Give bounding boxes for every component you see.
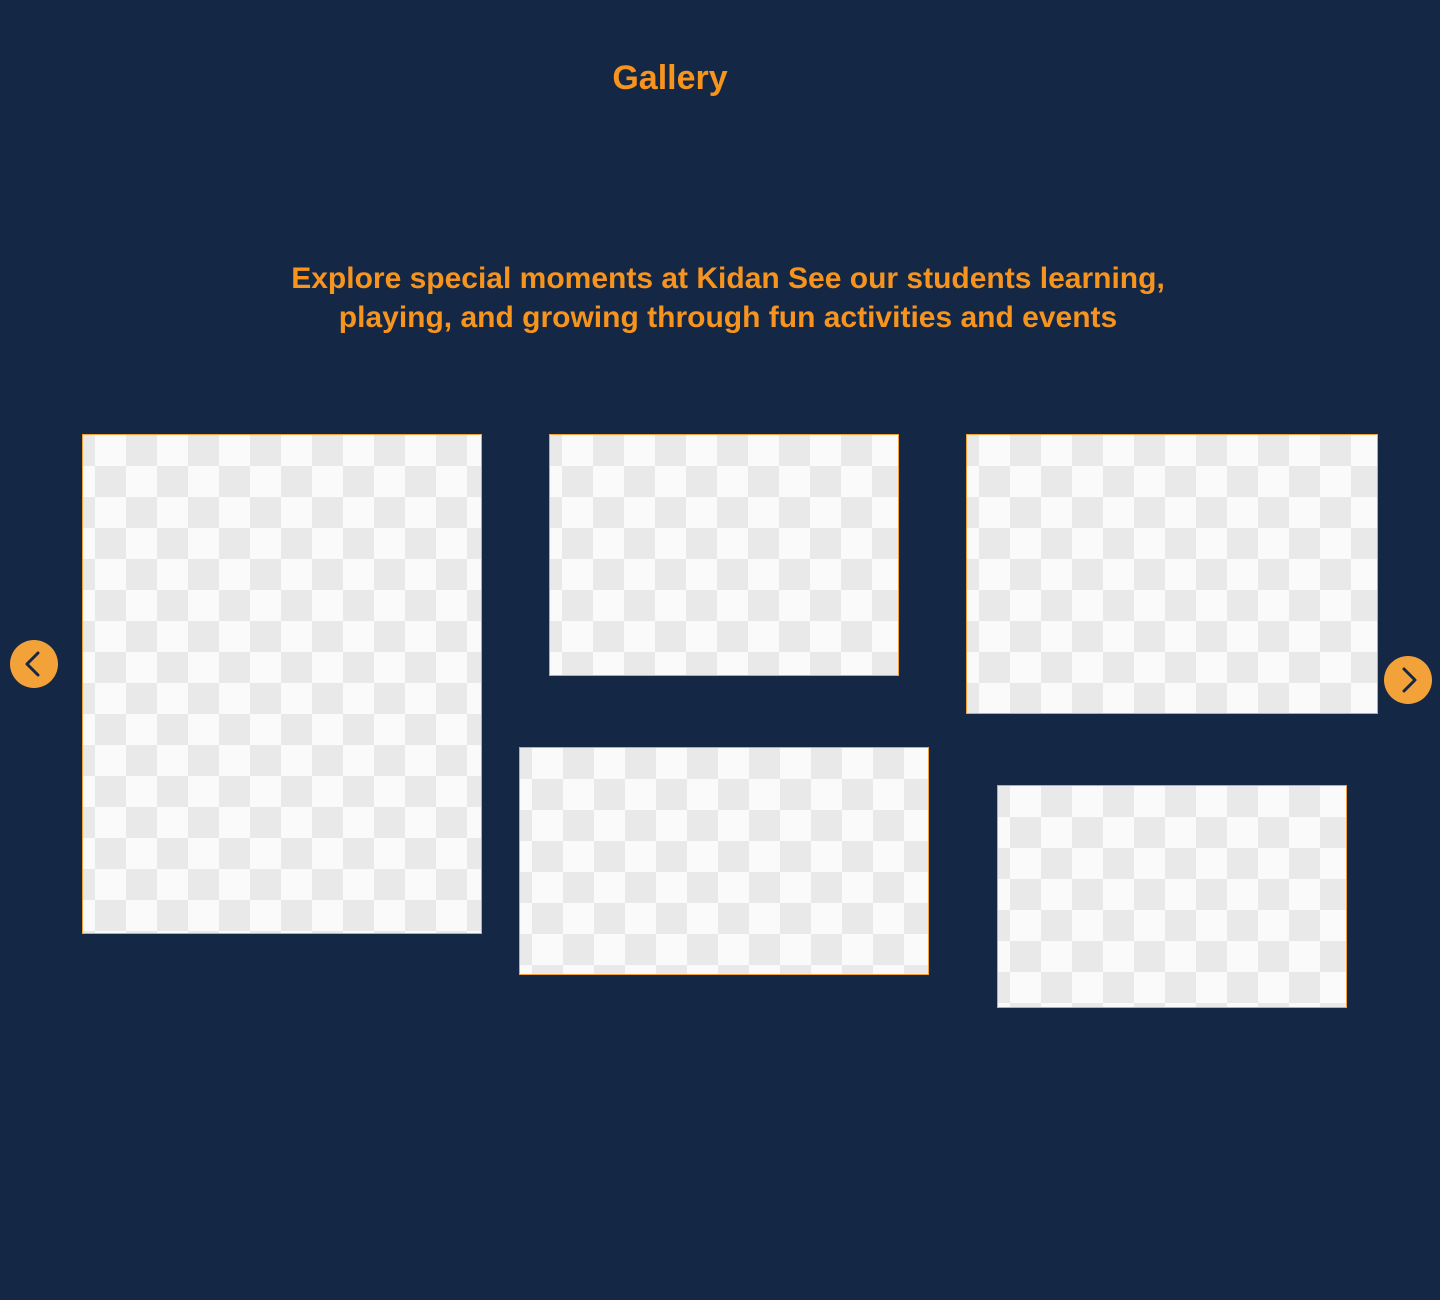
chevron-left-icon <box>10 640 58 688</box>
gallery-photo-2[interactable] <box>549 434 899 676</box>
carousel-prev-button[interactable] <box>10 640 58 688</box>
gallery-title: Gallery <box>612 59 728 97</box>
gallery-photo-4[interactable] <box>519 747 929 975</box>
carousel-next-button[interactable] <box>1384 656 1432 704</box>
gallery-section: Gallery Explore special moments at Kidan… <box>0 0 1440 1300</box>
gallery-photo-5[interactable] <box>997 785 1347 1008</box>
gallery-subtitle-line-1: Explore special moments at Kidan See our… <box>291 262 1165 295</box>
gallery-subtitle-line-2: playing, and growing through fun activit… <box>338 301 1118 334</box>
gallery-photo-3[interactable] <box>966 434 1378 714</box>
gallery-photo-1[interactable] <box>82 434 482 934</box>
gallery-subtitle: Explore special moments at Kidan See our… <box>180 259 1276 337</box>
chevron-right-icon <box>1384 656 1432 704</box>
